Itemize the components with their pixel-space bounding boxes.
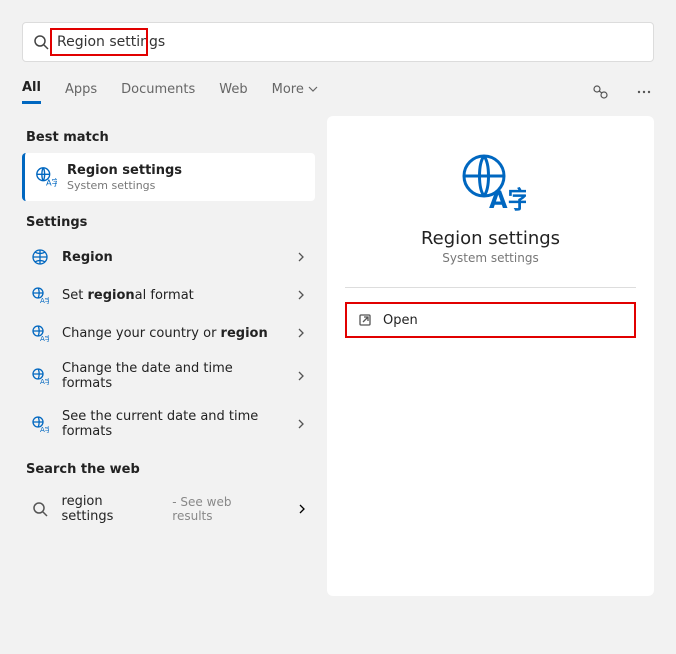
chevron-right-icon [295, 289, 307, 301]
chevron-down-icon [308, 84, 318, 94]
svg-text:A字: A字 [40, 296, 49, 304]
svg-text:A字: A字 [40, 425, 49, 433]
search-icon [30, 499, 50, 519]
settings-heading: Settings [26, 215, 315, 230]
filter-tab-more-label: More [272, 82, 304, 97]
best-match-result[interactable]: A字 Region settings System settings [22, 153, 315, 201]
search-web-heading: Search the web [26, 462, 315, 477]
chevron-right-icon [295, 418, 307, 430]
search-input[interactable] [57, 34, 643, 50]
divider [345, 287, 636, 288]
filter-tab-web[interactable]: Web [219, 82, 247, 103]
globe-language-icon: A字 [35, 166, 57, 188]
open-action[interactable]: Open [345, 302, 636, 338]
settings-result-label: See the current date and time formats [62, 409, 283, 439]
svg-text:A字: A字 [40, 377, 49, 385]
filter-tab-documents[interactable]: Documents [121, 82, 195, 103]
best-match-heading: Best match [26, 130, 315, 145]
chevron-right-icon [295, 327, 307, 339]
filter-tab-apps[interactable]: Apps [65, 82, 97, 103]
best-match-subtitle: System settings [67, 179, 182, 192]
globe-language-icon: A字 [30, 285, 50, 305]
search-bar[interactable] [22, 22, 654, 62]
open-external-icon [357, 312, 373, 328]
chevron-right-icon [295, 370, 307, 382]
svg-text:A字: A字 [46, 177, 57, 187]
chevron-right-icon [297, 504, 307, 514]
globe-language-icon: A字 [30, 366, 50, 386]
settings-result-regional-format[interactable]: A字 Set regional format [22, 276, 315, 314]
best-match-title: Region settings [67, 163, 182, 178]
search-icon [33, 34, 49, 50]
open-action-label: Open [383, 313, 418, 328]
chevron-right-icon [295, 251, 307, 263]
settings-result-see-date-time-formats[interactable]: A字 See the current date and time formats [22, 400, 315, 448]
svg-text:A字: A字 [489, 186, 526, 214]
settings-result-label: Set regional format [62, 288, 283, 303]
filter-tabs: All Apps Documents Web More [22, 80, 654, 104]
settings-result-label: Change the date and time formats [62, 361, 283, 391]
svg-text:A字: A字 [40, 334, 49, 342]
web-result[interactable]: region settings - See web results [22, 485, 315, 533]
globe-language-icon: A字 [30, 414, 50, 434]
globe-icon [30, 247, 50, 267]
detail-title: Region settings [327, 228, 654, 249]
overflow-menu-icon[interactable] [634, 82, 654, 102]
web-result-text: region settings [62, 494, 157, 524]
filter-tab-more[interactable]: More [272, 82, 318, 103]
globe-language-icon-large: A字 [456, 148, 526, 218]
settings-result-date-time-formats[interactable]: A字 Change the date and time formats [22, 352, 315, 400]
settings-result-region[interactable]: Region [22, 238, 315, 276]
web-result-subtext: - See web results [172, 495, 273, 523]
detail-pane: A字 Region settings System settings Open [327, 116, 654, 596]
results-column: Best match A字 Region settings System set… [22, 116, 315, 533]
detail-subtitle: System settings [327, 251, 654, 265]
settings-result-label: Region [62, 250, 283, 265]
settings-result-label: Change your country or region [62, 326, 283, 341]
filter-tab-all[interactable]: All [22, 80, 41, 104]
globe-language-icon: A字 [30, 323, 50, 343]
search-options-icon[interactable] [590, 82, 610, 102]
settings-result-change-country[interactable]: A字 Change your country or region [22, 314, 315, 352]
